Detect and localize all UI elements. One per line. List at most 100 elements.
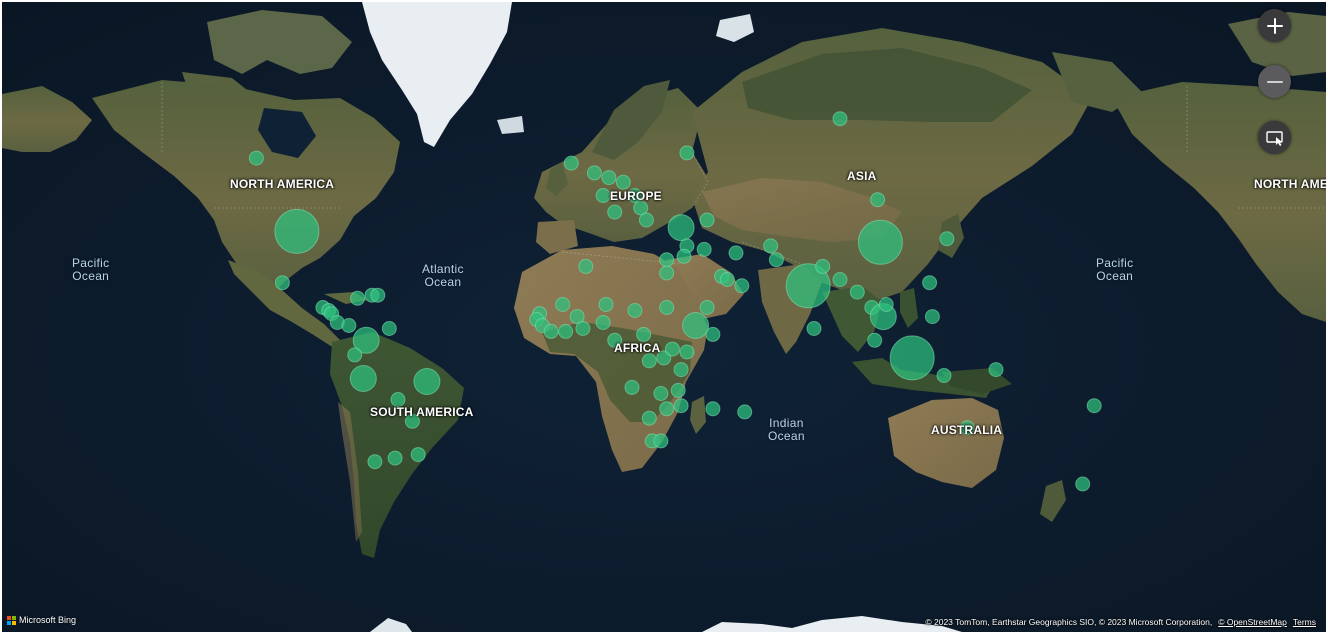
ocean-word: Ocean bbox=[72, 269, 110, 283]
location-bubble[interactable] bbox=[349, 365, 377, 392]
location-bubble[interactable] bbox=[601, 170, 617, 186]
location-bubble[interactable] bbox=[607, 204, 623, 220]
location-bubble[interactable] bbox=[653, 386, 669, 401]
location-bubble[interactable] bbox=[575, 321, 591, 336]
location-bubble[interactable] bbox=[627, 303, 643, 318]
location-bubble[interactable] bbox=[641, 410, 657, 426]
location-bubble[interactable] bbox=[659, 252, 675, 268]
location-bubble[interactable] bbox=[595, 315, 611, 330]
location-bubble[interactable] bbox=[413, 368, 441, 395]
location-bubble[interactable] bbox=[734, 278, 750, 294]
location-bubble[interactable] bbox=[939, 231, 955, 247]
location-bubble[interactable] bbox=[768, 252, 784, 268]
location-bubble[interactable] bbox=[878, 297, 894, 312]
location-bubble[interactable] bbox=[659, 401, 675, 417]
location-bubble[interactable] bbox=[543, 323, 559, 339]
location-bubble[interactable] bbox=[673, 362, 689, 378]
location-bubble[interactable] bbox=[653, 433, 669, 449]
label-south-america: SOUTH AMERICA bbox=[370, 405, 474, 419]
ocean-word: Ocean bbox=[424, 275, 462, 289]
location-bubble[interactable] bbox=[274, 275, 290, 291]
location-bubble[interactable] bbox=[867, 332, 883, 348]
zoom-out-button[interactable] bbox=[1258, 65, 1291, 98]
location-bubble[interactable] bbox=[676, 248, 692, 264]
provider-name: Microsoft Bing bbox=[19, 615, 77, 625]
location-bubble[interactable] bbox=[737, 404, 753, 420]
microsoft-bing-logo: Microsoft Bing bbox=[7, 615, 76, 625]
location-bubble[interactable] bbox=[673, 398, 689, 414]
location-bubble[interactable] bbox=[670, 382, 686, 398]
map-viewport[interactable]: NORTH AMERICA EUROPE ASIA AFRICA SOUTH A… bbox=[2, 2, 1326, 632]
plus-icon bbox=[1266, 17, 1283, 34]
location-bubble[interactable] bbox=[381, 321, 397, 336]
location-bubble[interactable] bbox=[667, 214, 695, 242]
location-bubble[interactable] bbox=[341, 318, 357, 333]
location-bubble[interactable] bbox=[248, 150, 264, 166]
location-bubble[interactable] bbox=[889, 335, 935, 381]
location-bubble[interactable] bbox=[924, 309, 940, 325]
label-north-america: NORTH AMERICA bbox=[230, 177, 335, 191]
location-bubble[interactable] bbox=[679, 344, 695, 360]
satellite-basemap bbox=[2, 2, 1326, 632]
location-bubble[interactable] bbox=[857, 219, 903, 265]
ocean-word: Ocean bbox=[768, 429, 805, 443]
location-bubble[interactable] bbox=[624, 379, 640, 395]
attribution-text: © 2023 TomTom, Earthstar Geographics SIO… bbox=[925, 617, 1213, 627]
label-atlantic-ocean: Atlantic Ocean bbox=[422, 263, 464, 289]
location-bubble[interactable] bbox=[696, 241, 712, 257]
location-bubble[interactable] bbox=[699, 212, 715, 228]
location-bubble[interactable] bbox=[682, 312, 710, 339]
location-bubble[interactable] bbox=[832, 111, 848, 127]
zoom-in-button[interactable] bbox=[1258, 9, 1291, 42]
location-bubble[interactable] bbox=[578, 258, 594, 274]
location-bubble[interactable] bbox=[595, 188, 611, 203]
map-style-picker-icon bbox=[1265, 130, 1283, 146]
location-bubble[interactable] bbox=[387, 450, 403, 466]
map-style-button[interactable] bbox=[1258, 121, 1291, 154]
location-bubble[interactable] bbox=[1086, 398, 1102, 414]
location-bubble[interactable] bbox=[659, 300, 675, 315]
location-bubble[interactable] bbox=[763, 238, 779, 254]
location-bubble[interactable] bbox=[350, 290, 366, 306]
location-bubble[interactable] bbox=[719, 272, 735, 287]
label-pacific-ocean-east: Pacific Ocean bbox=[1096, 257, 1133, 283]
location-bubble[interactable] bbox=[370, 287, 386, 303]
location-bubble[interactable] bbox=[705, 326, 721, 342]
location-bubble[interactable] bbox=[815, 258, 831, 274]
openstreetmap-link[interactable]: © OpenStreetMap bbox=[1218, 617, 1287, 627]
location-bubble[interactable] bbox=[659, 265, 675, 281]
ocean-word: Ocean bbox=[1096, 269, 1134, 283]
location-bubble[interactable] bbox=[849, 284, 865, 300]
location-bubble[interactable] bbox=[806, 321, 822, 336]
location-bubble[interactable] bbox=[664, 341, 680, 357]
location-bubble[interactable] bbox=[563, 155, 579, 171]
location-bubble[interactable] bbox=[705, 401, 721, 417]
label-north-america-wrap: NORTH AME bbox=[1254, 177, 1326, 191]
location-bubble[interactable] bbox=[586, 165, 602, 181]
location-bubble[interactable] bbox=[870, 192, 886, 208]
location-bubble[interactable] bbox=[347, 347, 363, 363]
location-bubble[interactable] bbox=[367, 454, 383, 470]
location-bubble[interactable] bbox=[832, 272, 848, 287]
location-bubble[interactable] bbox=[679, 145, 695, 161]
location-bubble[interactable] bbox=[558, 323, 574, 339]
location-bubble[interactable] bbox=[410, 447, 426, 463]
location-bubble[interactable] bbox=[936, 368, 952, 383]
location-bubble[interactable] bbox=[699, 300, 715, 315]
location-bubble[interactable] bbox=[274, 208, 320, 254]
location-bubble[interactable] bbox=[988, 362, 1004, 378]
label-europe: EUROPE bbox=[610, 189, 662, 203]
location-bubble[interactable] bbox=[1075, 476, 1091, 492]
location-bubble[interactable] bbox=[615, 174, 631, 190]
location-bubble[interactable] bbox=[638, 212, 654, 228]
terms-link[interactable]: Terms bbox=[1293, 617, 1316, 627]
location-bubble[interactable] bbox=[728, 245, 744, 261]
label-australia: AUSTRALIA bbox=[931, 423, 1003, 437]
location-bubble[interactable] bbox=[641, 353, 657, 369]
location-bubble[interactable] bbox=[598, 297, 614, 312]
minus-icon bbox=[1266, 80, 1283, 83]
location-bubble[interactable] bbox=[922, 275, 938, 291]
microsoft-logo-icon bbox=[7, 615, 16, 625]
location-bubble[interactable] bbox=[555, 297, 571, 312]
location-bubble[interactable] bbox=[636, 326, 652, 342]
